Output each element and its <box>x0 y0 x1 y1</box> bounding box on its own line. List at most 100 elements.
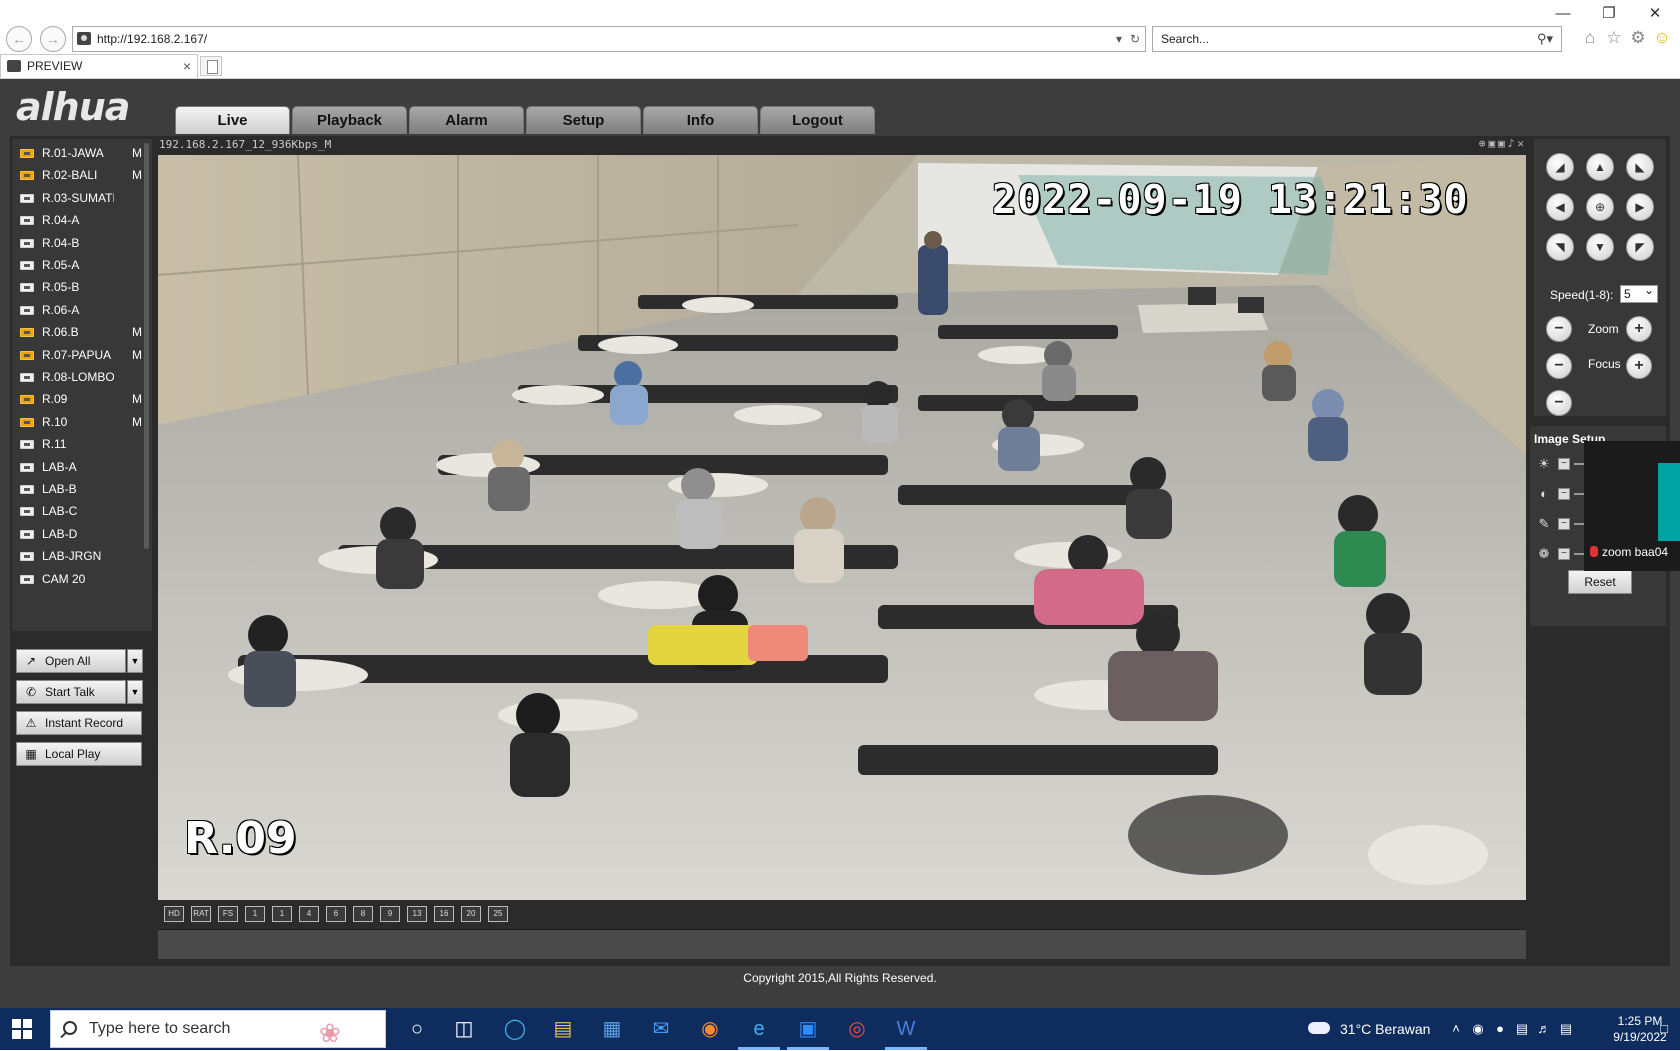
layout-button[interactable]: 9 <box>380 906 400 922</box>
open-all-dropdown[interactable]: ▼ <box>127 649 143 673</box>
channel-item[interactable]: LAB-A <box>18 456 146 478</box>
tab-preview[interactable]: PREVIEW × <box>0 54 198 78</box>
layout-button[interactable]: HD <box>164 906 184 922</box>
restore-button[interactable]: ❐ <box>1594 4 1624 24</box>
channel-item[interactable]: LAB-D <box>18 523 146 545</box>
channel-item[interactable]: R.04-B <box>18 232 146 254</box>
tab-playback[interactable]: Playback <box>292 106 407 134</box>
ptz-auto-button[interactable]: ⊕ <box>1586 193 1614 221</box>
task-view-icon[interactable]: ◫ <box>449 1014 479 1044</box>
local-play-button[interactable]: ▦ Local Play <box>16 742 142 766</box>
file-explorer-icon[interactable]: ▤ <box>548 1014 578 1044</box>
start-talk-dropdown[interactable]: ▼ <box>127 680 143 704</box>
audio-icon[interactable]: ♪ <box>1508 137 1518 150</box>
channel-item[interactable]: R.06.B M <box>18 321 146 343</box>
ptz-right-button[interactable]: ▶ <box>1626 193 1654 221</box>
reset-button[interactable]: Reset <box>1568 570 1632 594</box>
channel-item[interactable]: R.06-A <box>18 299 146 321</box>
refresh-icon[interactable]: ↻ <box>1127 27 1143 51</box>
weather-widget[interactable]: 31°C Berawan <box>1308 1008 1448 1050</box>
settings-gear-icon[interactable]: ⚙ <box>1628 28 1648 48</box>
notifications-icon[interactable]: □ <box>1656 1021 1672 1037</box>
hue-minus-button[interactable]: − <box>1558 548 1570 560</box>
tab-setup[interactable]: Setup <box>526 106 641 134</box>
tab-logout[interactable]: Logout <box>760 106 875 134</box>
layout-button[interactable]: RAT <box>191 906 211 922</box>
zoom-meeting-thumbnail[interactable]: zoom baa04 <box>1584 441 1680 571</box>
cortana-icon[interactable]: ○ <box>402 1014 432 1044</box>
language-icon[interactable]: ▤ <box>1558 1021 1574 1037</box>
ptz-left-button[interactable]: ◀ <box>1546 193 1574 221</box>
layout-button[interactable]: 16 <box>434 906 454 922</box>
close-icon[interactable]: ✕ <box>1517 137 1527 150</box>
channel-item[interactable]: R.11 <box>18 433 146 455</box>
forward-icon[interactable]: → <box>40 26 66 52</box>
channel-item[interactable]: R.04-A <box>18 209 146 231</box>
tab-close-icon[interactable]: × <box>183 55 191 77</box>
home-icon[interactable]: ⌂ <box>1580 28 1600 48</box>
layout-button[interactable]: 13 <box>407 906 427 922</box>
zoom-app-icon[interactable]: ▣ <box>787 1014 829 1050</box>
channel-item[interactable]: R.03-SUMATRA <box>18 187 146 209</box>
instant-record-button[interactable]: ⚠ Instant Record <box>16 711 142 735</box>
store-icon[interactable]: ▦ <box>597 1014 627 1044</box>
ptz-down-right-button[interactable]: ◤ <box>1626 233 1654 261</box>
channel-item[interactable]: CAM 20 <box>18 568 146 590</box>
open-all-button[interactable]: ↗ Open All <box>16 649 126 673</box>
channel-item[interactable]: LAB-B <box>18 478 146 500</box>
minimize-button[interactable]: — <box>1548 4 1578 24</box>
microphone-icon[interactable]: ● <box>1492 1021 1508 1037</box>
taskbar-search-input[interactable]: Type here to search ❀ <box>50 1010 386 1048</box>
channel-item[interactable]: LAB-C <box>18 500 146 522</box>
zoom-icon[interactable]: ⊕ <box>1479 137 1489 150</box>
record-icon[interactable]: ▣ <box>1498 137 1508 150</box>
zoom-in-button[interactable]: + <box>1626 316 1652 342</box>
ptz-up-left-button[interactable]: ◢ <box>1546 153 1574 181</box>
search-icon[interactable]: ⚲▾ <box>1537 27 1553 51</box>
iris-minus-button[interactable]: − <box>1546 390 1572 416</box>
mail-icon[interactable]: ✉ <box>646 1014 676 1044</box>
ptz-up-right-button[interactable]: ◣ <box>1626 153 1654 181</box>
saturation-minus-button[interactable]: − <box>1558 518 1570 530</box>
channel-item[interactable]: R.07-PAPUA M <box>18 344 146 366</box>
address-dropdown-icon[interactable]: ▾ <box>1111 27 1127 51</box>
tray-record-icon[interactable]: ◉ <box>1470 1021 1486 1037</box>
tab-alarm[interactable]: Alarm <box>409 106 524 134</box>
address-bar[interactable]: http://192.168.2.167/ ▾ ↻ <box>72 26 1146 52</box>
zoom-out-button[interactable]: − <box>1546 316 1572 342</box>
layout-button[interactable]: 1 <box>272 906 292 922</box>
network-icon[interactable]: ▤ <box>1514 1021 1530 1037</box>
snapshot-icon[interactable]: ▣ <box>1489 137 1499 150</box>
volume-icon[interactable]: ♬ <box>1536 1021 1552 1037</box>
edge-icon[interactable]: ◯ <box>500 1014 530 1044</box>
channel-item[interactable]: LAB-JRGN <box>18 545 146 567</box>
ptz-speed-select[interactable]: 5 <box>1620 282 1658 303</box>
chrome-icon[interactable]: ◎ <box>842 1014 872 1044</box>
close-window-button[interactable]: ✕ <box>1640 4 1670 24</box>
layout-button[interactable]: FS <box>218 906 238 922</box>
new-tab-button[interactable] <box>200 56 222 76</box>
brightness-minus-button[interactable]: − <box>1558 458 1570 470</box>
tab-live[interactable]: Live <box>175 106 290 134</box>
layout-button[interactable]: 1 <box>245 906 265 922</box>
channel-item[interactable]: R.09 M <box>18 388 146 410</box>
layout-button[interactable]: 4 <box>299 906 319 922</box>
ptz-down-left-button[interactable]: ◥ <box>1546 233 1574 261</box>
layout-button[interactable]: 25 <box>488 906 508 922</box>
channel-item[interactable]: R.05-B <box>18 276 146 298</box>
channel-item[interactable]: R.05-A <box>18 254 146 276</box>
channel-item[interactable]: R.02-BALI M <box>18 164 146 186</box>
layout-button[interactable]: 20 <box>461 906 481 922</box>
browser-search-input[interactable]: Search... ⚲▾ <box>1152 26 1562 52</box>
tray-chevron-up-icon[interactable]: ˄ <box>1448 1021 1464 1037</box>
word-icon[interactable]: W <box>885 1014 927 1050</box>
focus-minus-button[interactable]: − <box>1546 353 1572 379</box>
firefox-icon[interactable]: ◉ <box>695 1014 725 1044</box>
channel-item[interactable]: R.08-LOMBOK <box>18 366 146 388</box>
smiley-feedback-icon[interactable]: ☺ <box>1652 28 1672 48</box>
back-icon[interactable]: ← <box>6 26 32 52</box>
focus-plus-button[interactable]: + <box>1626 353 1652 379</box>
start-talk-button[interactable]: ✆ Start Talk <box>16 680 126 704</box>
favorites-star-icon[interactable]: ☆ <box>1604 28 1624 48</box>
tab-info[interactable]: Info <box>643 106 758 134</box>
